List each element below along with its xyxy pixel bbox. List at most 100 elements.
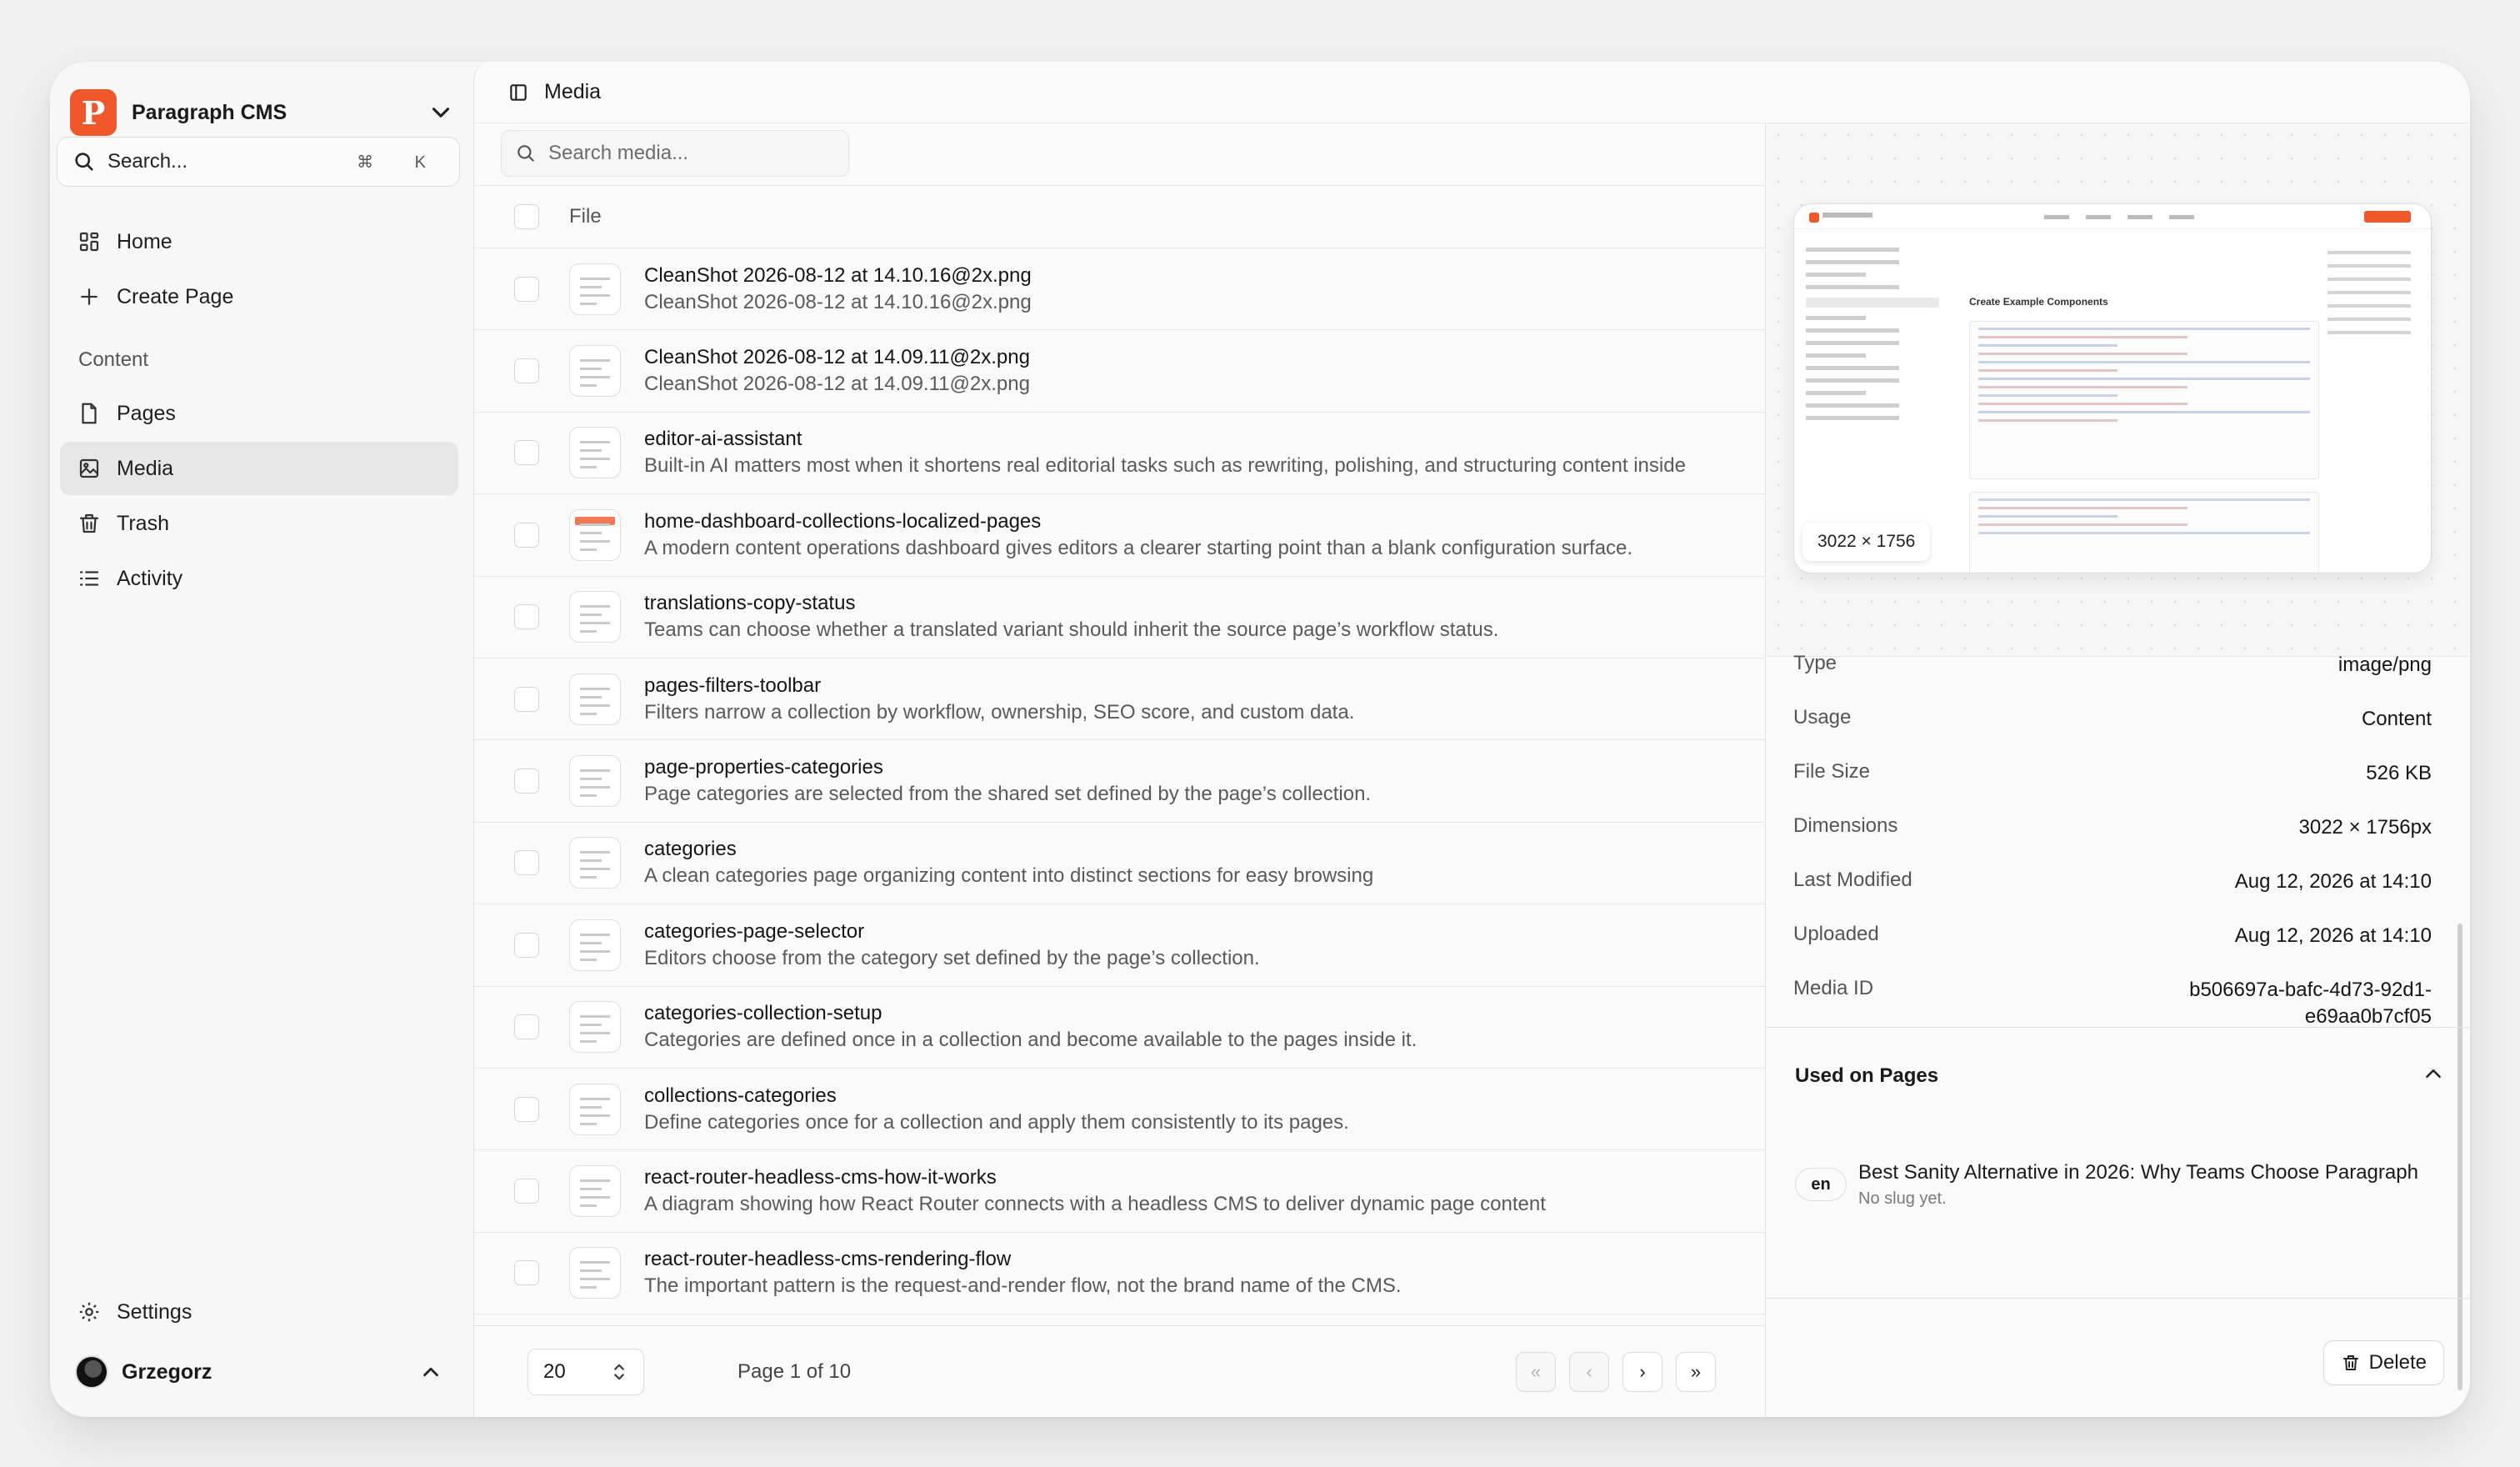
table-row[interactable]: react-router-headless-cms-rendering-flow… — [474, 1233, 1766, 1315]
media-table-body: CleanShot 2026-08-12 at 14.10.16@2x.png C… — [474, 248, 1766, 1324]
user-name: Grzegorz — [122, 1359, 212, 1384]
table-row[interactable]: home-dashboard-collections-localized-pag… — [474, 494, 1766, 577]
global-search-label: Search... — [108, 150, 188, 173]
nav-item-home[interactable]: Home — [60, 215, 458, 268]
table-row[interactable]: collections-categories Define categories … — [474, 1069, 1766, 1151]
pager: « ‹ › » — [1516, 1351, 1716, 1392]
used-page-link[interactable]: en Best Sanity Alternative in 2026: Why … — [1795, 1161, 2443, 1219]
nav-item-pages[interactable]: Pages — [60, 387, 458, 440]
property-row: Last Modified Aug 12, 2026 at 14:10 — [1793, 869, 2432, 893]
row-checkbox[interactable] — [514, 522, 539, 548]
row-checkbox[interactable] — [514, 1096, 539, 1122]
gear-icon — [79, 1302, 99, 1322]
row-checkbox[interactable] — [514, 1178, 539, 1204]
column-header-file: File — [569, 205, 602, 228]
media-search[interactable] — [501, 130, 849, 177]
pagination-bar: 20 Page 1 of 10 « ‹ › » — [474, 1325, 1766, 1417]
media-title: home-dashboard-collections-localized-pag… — [644, 509, 1042, 533]
delete-label: Delete — [2368, 1351, 2427, 1374]
media-list-pane: File CleanShot 2026-08-12 at 14.10.16@2x… — [474, 123, 1766, 1417]
table-row[interactable]: categories-page-selector Editors choose f… — [474, 904, 1766, 987]
media-thumbnail — [569, 755, 621, 808]
used-on-pages-heading: Used on Pages — [1795, 1064, 1939, 1087]
media-thumbnail — [569, 508, 621, 561]
nav-item-media[interactable]: Media — [60, 442, 458, 495]
table-row[interactable]: CleanShot 2026-08-12 at 14.10.16@2x.png C… — [474, 248, 1766, 331]
nav-section-content: Content — [78, 348, 149, 371]
media-thumbnail — [569, 1001, 621, 1054]
media-description: CleanShot 2026-08-12 at 14.09.11@2x.png — [644, 373, 1030, 396]
property-row: Uploaded Aug 12, 2026 at 14:10 — [1793, 923, 2432, 947]
workspace-switcher[interactable]: P Paragraph CMS — [70, 83, 467, 142]
row-checkbox[interactable] — [514, 440, 539, 466]
media-description: A modern content operations dashboard gi… — [644, 536, 1633, 559]
row-checkbox[interactable] — [514, 850, 539, 876]
media-title: CleanShot 2026-08-12 at 14.10.16@2x.png — [644, 263, 1032, 287]
media-title: react-router-headless-cms-how-it-works — [644, 1165, 997, 1189]
row-checkbox[interactable] — [514, 276, 539, 302]
nav-item-activity[interactable]: Activity — [60, 552, 458, 605]
nav-item-settings[interactable]: Settings — [60, 1285, 458, 1339]
preview-heading: Create Example Components — [1969, 296, 2108, 308]
last-page-button[interactable]: » — [1676, 1351, 1716, 1392]
media-search-input[interactable] — [548, 142, 832, 165]
image-icon — [79, 458, 99, 478]
row-checkbox[interactable] — [514, 358, 539, 384]
media-description: Page categories are selected from the sh… — [644, 783, 1372, 806]
table-row[interactable]: page-properties-categories Page categorie… — [474, 740, 1766, 823]
row-checkbox[interactable] — [514, 769, 539, 794]
media-title: categories-page-selector — [644, 919, 865, 943]
app-name: Paragraph CMS — [132, 100, 288, 124]
first-page-button[interactable]: « — [1516, 1351, 1556, 1392]
top-bar: Media — [474, 62, 2470, 123]
media-description: Built-in AI matters most when it shorten… — [644, 454, 1686, 478]
search-icon — [75, 153, 93, 171]
sidebar-toggle-icon[interactable] — [508, 82, 529, 103]
table-row[interactable]: translations-copy-status Teams can choose… — [474, 577, 1766, 658]
media-thumbnail — [569, 919, 621, 971]
nav-item-trash[interactable]: Trash — [60, 497, 458, 550]
row-checkbox[interactable] — [514, 604, 539, 630]
table-row[interactable]: categories-collection-setup Categories ar… — [474, 987, 1766, 1069]
row-checkbox[interactable] — [514, 686, 539, 712]
table-row[interactable]: categories A clean categories page organi… — [474, 823, 1766, 905]
select-all-checkbox[interactable] — [514, 204, 539, 229]
media-preview-image[interactable]: Create Example Components 3022 × 1756 — [1793, 203, 2432, 573]
media-preview-area: Create Example Components 3022 × 1756 — [1767, 123, 2470, 657]
table-row[interactable]: editor-ai-assistant Built-in AI matters m… — [474, 413, 1766, 495]
next-page-button[interactable]: › — [1622, 1351, 1662, 1392]
page-size-value: 20 — [543, 1359, 566, 1383]
table-row[interactable]: pages-filters-toolbar Filters narrow a co… — [474, 658, 1766, 741]
media-title: react-router-headless-cms-rendering-flow — [644, 1248, 1012, 1271]
nav-item-label: Home — [117, 229, 172, 253]
search-icon — [518, 145, 534, 162]
media-title: categories — [644, 838, 737, 861]
media-title: collections-categories — [644, 1084, 837, 1107]
trash-icon — [2342, 1355, 2358, 1370]
table-row[interactable]: CleanShot 2026-08-12 at 14.09.11@2x.png C… — [474, 330, 1766, 413]
row-checkbox[interactable] — [514, 932, 539, 958]
paragraph-logo-icon: P — [70, 89, 117, 136]
previous-page-button[interactable]: ‹ — [1569, 1351, 1609, 1392]
nav-item-create-page[interactable]: Create Page — [60, 270, 458, 323]
global-search-button[interactable]: Search... ⌘ K — [57, 137, 460, 187]
used-on-pages-section: Used on Pages en Best Sanity Alternative… — [1767, 1027, 2470, 1299]
table-row[interactable]: react-router-headless-cms-how-it-works A … — [474, 1150, 1766, 1233]
media-detail-pane: Create Example Components 3022 × 1756 Ty… — [1767, 123, 2470, 1417]
media-title: CleanShot 2026-08-12 at 14.09.11@2x.png — [644, 346, 1030, 369]
user-menu[interactable]: Grzegorz — [60, 1345, 458, 1399]
nav-item-label: Pages — [117, 401, 176, 425]
chevron-updown-icon — [614, 1364, 624, 1379]
nav-item-label: Media — [117, 456, 174, 480]
dimensions-badge: 3022 × 1756 — [1802, 523, 1931, 561]
avatar — [75, 1355, 108, 1389]
chevron-up-icon[interactable] — [2421, 1061, 2446, 1086]
delete-button[interactable]: Delete — [2322, 1340, 2444, 1385]
nav-item-label: Create Page — [117, 284, 234, 308]
main-panel: Media File CleanShot 2026-08-12 at 14.10… — [473, 62, 2470, 1417]
row-checkbox[interactable] — [514, 1014, 539, 1040]
media-thumbnail — [569, 1164, 621, 1217]
media-description: Editors choose from the category set def… — [644, 946, 1260, 969]
page-size-select[interactable]: 20 — [528, 1348, 644, 1395]
row-checkbox[interactable] — [514, 1260, 539, 1286]
